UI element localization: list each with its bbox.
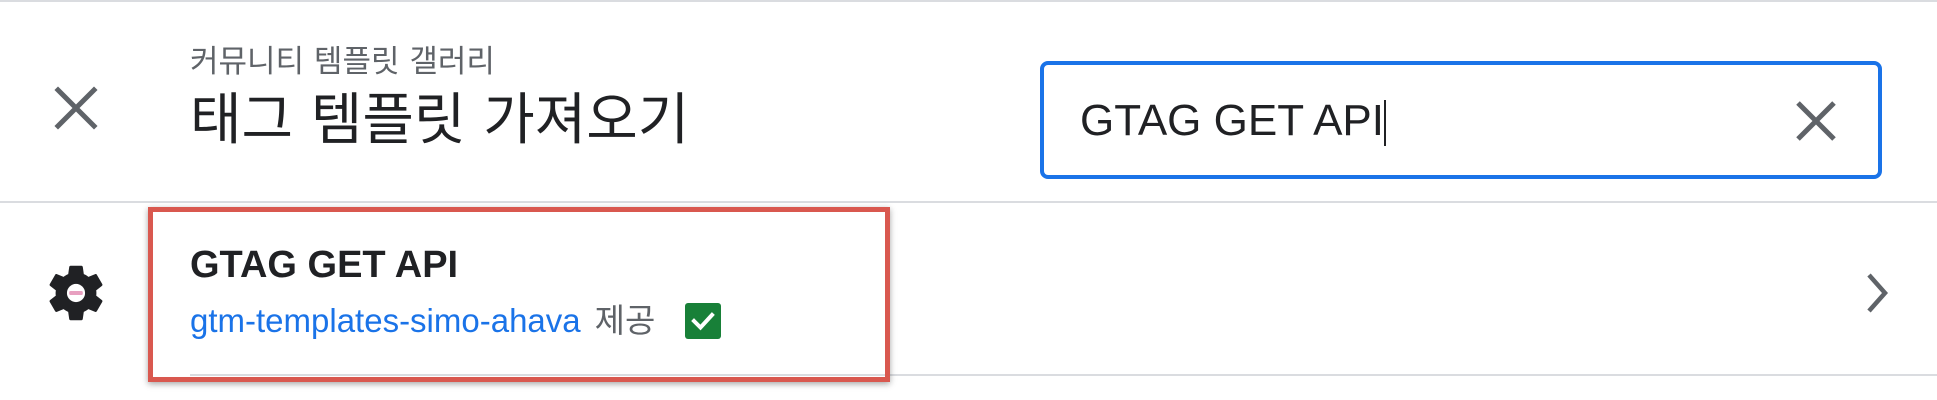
- result-text: GTAG GET API gtm-templates-simo-ahava 제공: [190, 243, 722, 341]
- page-subtitle: 커뮤니티 템플릿 갤러리: [190, 44, 495, 80]
- close-button[interactable]: [44, 76, 108, 140]
- provided-label: 제공: [594, 301, 656, 340]
- result-byline: gtm-templates-simo-ahava 제공: [190, 301, 722, 341]
- search-box[interactable]: [1040, 61, 1882, 179]
- row-divider: [190, 374, 1937, 376]
- gear-icon: [49, 265, 103, 321]
- header: 커뮤니티 템플릿 갤러리 태그 템플릿 가져오기: [190, 44, 689, 154]
- author-link[interactable]: gtm-templates-simo-ahava: [190, 301, 581, 341]
- text-caret: [1384, 100, 1386, 146]
- chevron-right-icon: [1847, 253, 1907, 333]
- close-icon: [54, 86, 98, 130]
- page-title: 태그 템플릿 가져오기: [190, 88, 690, 153]
- clear-icon: [1796, 101, 1836, 141]
- result-title: GTAG GET API: [190, 244, 459, 286]
- import-template-dialog: 커뮤니티 템플릿 갤러리 태그 템플릿 가져오기 GTAG GET API gt…: [0, 0, 1937, 400]
- template-result-row[interactable]: GTAG GET API gtm-templates-simo-ahava 제공: [0, 203, 1937, 380]
- search-input[interactable]: [1080, 89, 1780, 153]
- clear-search-button[interactable]: [1784, 89, 1848, 153]
- verified-check-icon: [685, 303, 722, 339]
- top-divider: [0, 0, 1937, 2]
